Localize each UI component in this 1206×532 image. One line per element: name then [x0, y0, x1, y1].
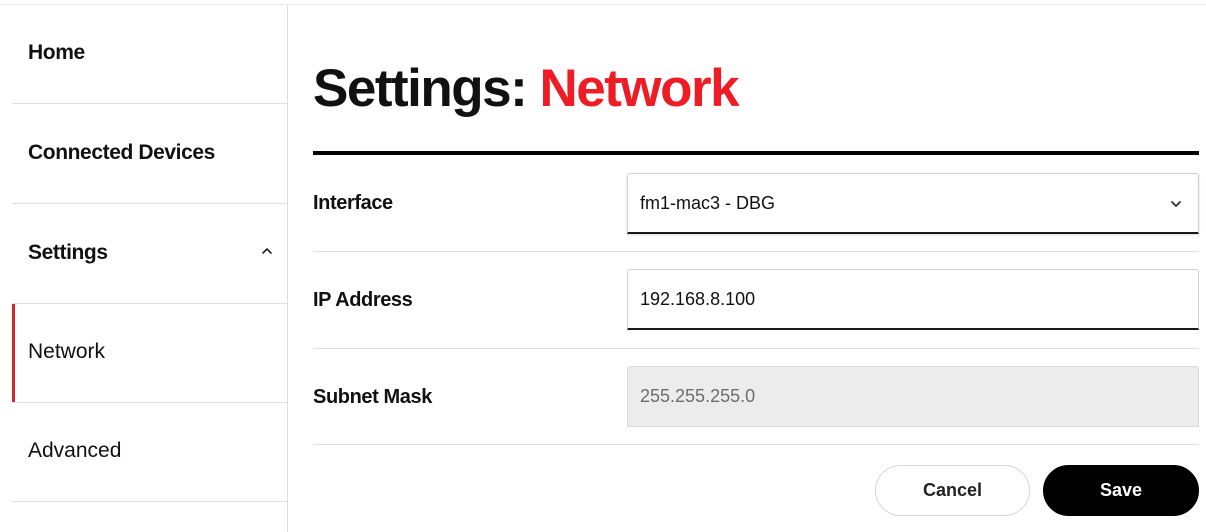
row-divider: [313, 251, 1199, 252]
title-divider: [313, 151, 1199, 155]
sidebar-item-advanced[interactable]: Advanced: [12, 403, 287, 502]
chevron-down-icon: [1171, 201, 1181, 207]
ip-address-label: IP Address: [313, 289, 413, 311]
sidebar-item-network[interactable]: Network: [12, 304, 287, 403]
sidebar-nav: Home Connected Devices Settings Network …: [0, 5, 287, 532]
ip-address-input[interactable]: 192.168.8.100: [627, 269, 1199, 330]
sidebar-item-label: Home: [28, 41, 85, 64]
cancel-button[interactable]: Cancel: [875, 465, 1030, 516]
sidebar-item-home[interactable]: Home: [12, 5, 287, 104]
row-divider: [313, 444, 1199, 445]
ip-address-value: 192.168.8.100: [640, 288, 756, 309]
page-title-prefix: Settings:: [313, 59, 528, 118]
chevron-up-icon[interactable]: [259, 243, 275, 259]
subnet-mask-label: Subnet Mask: [313, 386, 432, 408]
page-title-accent: Network: [539, 59, 739, 118]
interface-label: Interface: [313, 192, 393, 214]
sidebar-item-label: Advanced: [28, 439, 122, 462]
subnet-mask-value: 255.255.255.0: [640, 386, 756, 406]
interface-select[interactable]: fm1-mac3 - DBG: [627, 173, 1199, 234]
interface-select-value: fm1-mac3 - DBG: [640, 192, 776, 213]
sidebar-divider: [287, 5, 288, 532]
row-divider: [313, 348, 1199, 349]
sidebar-item-settings[interactable]: Settings: [12, 205, 287, 304]
sidebar-item-label: Network: [28, 340, 106, 363]
sidebar-item-label: Settings: [28, 241, 108, 264]
sidebar-item-label: Connected Devices: [28, 141, 215, 164]
page-title: Settings: Network: [313, 58, 740, 119]
sidebar-item-connected-devices[interactable]: Connected Devices: [12, 105, 287, 204]
subnet-mask-field: 255.255.255.0: [627, 366, 1199, 427]
save-button[interactable]: Save: [1043, 465, 1199, 516]
